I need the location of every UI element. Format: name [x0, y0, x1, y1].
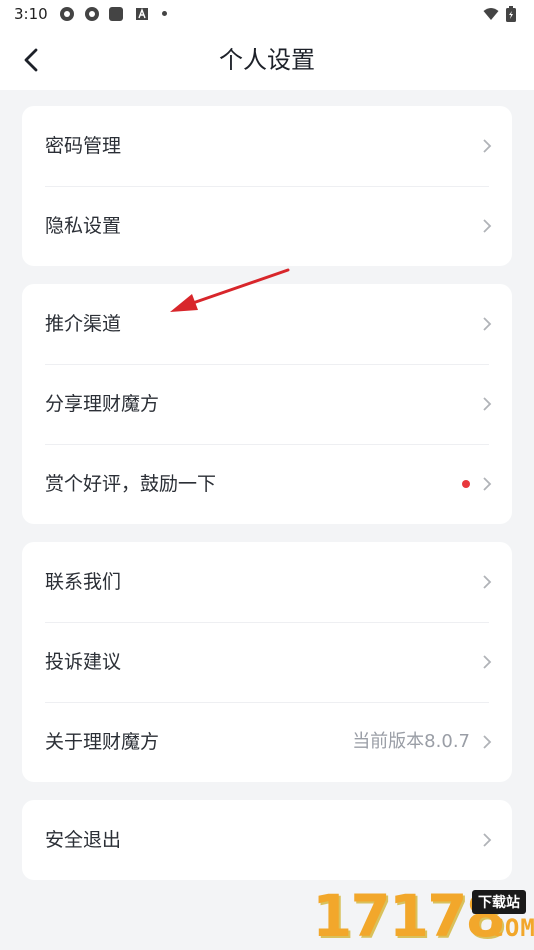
row-logout[interactable]: 安全退出 — [22, 800, 512, 880]
chevron-right-icon — [483, 735, 492, 749]
row-label: 赏个好评，鼓励一下 — [45, 473, 217, 495]
row-label: 联系我们 — [45, 571, 122, 593]
row-privacy-settings[interactable]: 隐私设置 — [22, 186, 512, 266]
gear-icon — [85, 7, 99, 21]
dot-icon — [162, 11, 167, 16]
row-label: 推介渠道 — [45, 313, 122, 335]
row-label: 关于理财魔方 — [45, 731, 160, 753]
settings-card-logout: 安全退出 — [22, 800, 512, 880]
chevron-right-icon — [483, 219, 492, 233]
row-label: 隐私设置 — [45, 215, 122, 237]
version-value: 当前版本8.0.7 — [352, 731, 470, 752]
row-about-app[interactable]: 关于理财魔方 当前版本8.0.7 — [22, 702, 512, 782]
battery-icon — [506, 6, 516, 22]
row-rate-app[interactable]: 赏个好评，鼓励一下 — [22, 444, 512, 524]
status-time: 3:10 — [14, 5, 48, 23]
back-button[interactable] — [14, 44, 48, 76]
a-badge-icon — [136, 8, 148, 20]
title-bar: 个人设置 — [0, 30, 534, 90]
row-label: 投诉建议 — [45, 651, 122, 673]
chevron-right-icon — [483, 477, 492, 491]
settings-card-account: 密码管理 隐私设置 — [22, 106, 512, 266]
row-label: 密码管理 — [45, 135, 122, 157]
chevron-right-icon — [483, 655, 492, 669]
page-title: 个人设置 — [219, 46, 315, 74]
chevron-left-icon — [24, 48, 38, 72]
status-bar: 3:10 — [0, 0, 534, 30]
row-label: 安全退出 — [45, 829, 122, 851]
watermark-tag: 下载站 — [472, 890, 526, 914]
wifi-icon — [483, 8, 499, 20]
gear-icon — [60, 7, 74, 21]
chevron-right-icon — [483, 575, 492, 589]
red-arrow-icon — [170, 268, 290, 312]
row-label: 分享理财魔方 — [45, 393, 160, 415]
row-password-management[interactable]: 密码管理 — [22, 106, 512, 186]
row-feedback[interactable]: 投诉建议 — [22, 622, 512, 702]
chevron-right-icon — [483, 139, 492, 153]
row-share-app[interactable]: 分享理财魔方 — [22, 364, 512, 444]
row-contact-us[interactable]: 联系我们 — [22, 542, 512, 622]
chevron-right-icon — [483, 317, 492, 331]
chevron-right-icon — [483, 397, 492, 411]
app-square-icon — [109, 7, 123, 21]
chevron-right-icon — [483, 833, 492, 847]
watermark-suffix: .COM — [474, 914, 534, 942]
notification-dot — [462, 480, 470, 488]
watermark-logo: 17178 下载站 .COM — [308, 880, 534, 950]
settings-card-support: 联系我们 投诉建议 关于理财魔方 当前版本8.0.7 — [22, 542, 512, 782]
